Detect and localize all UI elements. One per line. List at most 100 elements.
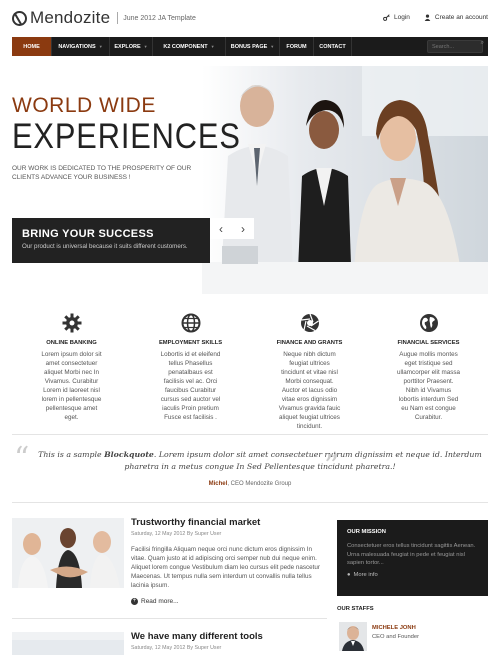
nav-item-home[interactable]: Home	[12, 37, 52, 56]
mission-title: Our Mission	[347, 529, 386, 535]
quote-author-name: Michel	[208, 481, 228, 487]
slider-controls: ‹ ›	[210, 218, 254, 239]
hero-description: OUR WORK IS DEDICATED TO THE PROSPERITY …	[12, 165, 192, 181]
nav-label: Contact	[319, 43, 346, 50]
key-icon	[383, 14, 390, 21]
slider-next-button[interactable]: ›	[232, 218, 254, 239]
more-info-link[interactable]: ● More info	[347, 572, 478, 578]
service-title: Online Banking	[46, 340, 97, 346]
create-account-label: Create an account	[434, 14, 488, 21]
plus-icon: +	[131, 598, 138, 605]
nav-item-navigations[interactable]: Navigations ▼	[52, 37, 110, 56]
service-financial-services: Financial Services Augue mollis montes e…	[369, 312, 488, 422]
more-info-label: More info	[353, 571, 378, 578]
globe-icon	[181, 313, 200, 333]
chevron-down-icon: ▼	[143, 44, 148, 49]
service-employment-skills: Employment Skills Lobortis id et eleifen…	[131, 312, 250, 422]
article-title-link[interactable]: Trustworthy financial market	[131, 517, 260, 528]
article-image	[12, 632, 124, 655]
login-link[interactable]: Login	[383, 14, 410, 21]
service-icon-wrap	[131, 312, 250, 334]
read-more-link[interactable]: + Read more...	[131, 598, 179, 605]
service-title: Financial Services	[397, 340, 460, 346]
hero-slider: WORLD WIDE EXPERIENCES OUR WORK IS DEDIC…	[12, 66, 488, 294]
nav-label: Bonus Page	[230, 43, 268, 50]
staff-avatar[interactable]	[339, 622, 367, 651]
nav-label: Explore	[114, 43, 141, 50]
search-icon[interactable]: ⌕	[481, 40, 484, 47]
service-title: Finance and Grants	[276, 340, 343, 346]
article-thumbnail[interactable]	[12, 518, 124, 588]
service-text: Lorem ipsum dolor sit amet consectetuer …	[41, 351, 102, 421]
quote-text-part: This is a sample	[38, 450, 105, 459]
service-icon-wrap	[369, 312, 488, 334]
article-title-link[interactable]: We have many different tools	[131, 631, 263, 642]
logo-text: Mendozite	[30, 8, 111, 27]
close-quote-icon: ”	[324, 449, 340, 484]
business-people-image	[202, 66, 488, 294]
quote-text-bold: Blockquote	[104, 450, 154, 459]
login-label: Login	[393, 14, 410, 21]
logo-mark-icon	[12, 10, 27, 26]
nav-label: K2 Component	[163, 43, 208, 50]
hero-photo	[202, 66, 488, 294]
our-mission-box: Our Mission Consectetuer eros tellus tin…	[337, 520, 488, 596]
article-thumbnail[interactable]	[12, 632, 124, 655]
service-online-banking: Online Banking Lorem ipsum dolor sit ame…	[12, 312, 131, 422]
bullet-icon: ●	[347, 571, 351, 578]
chevron-down-icon: ▼	[98, 44, 103, 49]
hero-title-line1: WORLD WIDE	[12, 94, 156, 117]
create-account-link[interactable]: Create an account	[424, 14, 488, 21]
mission-text: Consectetuer eros tellus tincidunt sagit…	[347, 543, 476, 566]
staff-name[interactable]: Michele Jonh	[372, 625, 416, 631]
staff-role: CEO and Founder	[372, 634, 420, 640]
account-links: Login Create an account	[383, 14, 488, 21]
main-nav: Home Navigations ▼ Explore ▼ K2 Component ▼…	[12, 37, 488, 56]
gear-icon	[62, 313, 81, 333]
read-more-label: Read more...	[141, 598, 179, 605]
services-section: Online Banking Lorem ipsum dolor sit ame…	[12, 312, 488, 430]
hero-caption-box: BRING YOUR SUCCESS Our product is univer…	[12, 218, 210, 263]
top-header: Mendozite June 2012 JA Template Login Cr…	[0, 0, 500, 36]
blockquote-section: “ This is a sample Blockquote. Lorem ips…	[12, 441, 488, 495]
nav-item-contact[interactable]: Contact	[314, 37, 352, 56]
nav-item-forum[interactable]: Forum	[280, 37, 314, 56]
nav-item-explore[interactable]: Explore ▼	[110, 37, 153, 56]
site-logo[interactable]: Mendozite June 2012 JA Template	[12, 8, 196, 28]
article-body: Facilisi fringilla Aliquam neque orci nu…	[131, 546, 321, 589]
chevron-right-icon: ›	[241, 221, 245, 236]
article-meta: Saturday, 12 May 2012 By Super User	[131, 645, 222, 651]
service-finance-and-grants: Finance and Grants Neque nibh dictum feu…	[250, 312, 369, 430]
blockquote-text: This is a sample Blockquote. Lorem ipsum…	[34, 449, 486, 473]
article-divider	[12, 618, 327, 619]
quote-text-part: . Lorem ipsum dolor sit amet consectetue…	[124, 450, 482, 471]
section-divider	[12, 434, 488, 435]
search-input[interactable]: Search...	[427, 40, 483, 53]
hero-caption-subtitle: Our product is universal because it suit…	[22, 243, 188, 250]
section-divider	[12, 502, 488, 503]
chevron-down-icon: ▼	[210, 44, 215, 49]
slider-prev-button[interactable]: ‹	[210, 218, 232, 239]
quote-author-role: , CEO Mendozite Group	[227, 481, 292, 487]
service-text: Augue mollis montes eget tristique sed u…	[397, 351, 460, 421]
article-meta: Saturday, 12 May 2012 By Super User	[131, 531, 222, 537]
open-quote-icon: “	[14, 441, 30, 476]
user-icon	[424, 14, 431, 21]
aperture-icon	[300, 313, 319, 332]
service-text: Neque nibh dictum feugiat ultrices tinci…	[278, 351, 341, 430]
staff-portrait-image	[339, 622, 367, 651]
service-icon-wrap	[12, 312, 131, 334]
chevron-left-icon: ‹	[219, 221, 223, 236]
service-title: Employment Skills	[158, 340, 223, 346]
logo-slogan: June 2012 JA Template	[123, 14, 196, 22]
staffs-title: Our Staffs	[337, 606, 374, 612]
nav-item-bonus-page[interactable]: Bonus Page ▼	[226, 37, 280, 56]
nav-label: Forum	[286, 43, 307, 50]
chevron-down-icon: ▼	[270, 44, 275, 49]
hero-title-line2: EXPERIENCES	[12, 117, 241, 156]
hero-caption-title: BRING YOUR SUCCESS	[22, 228, 154, 240]
handshake-image	[12, 518, 124, 588]
nav-label: Home	[23, 43, 40, 50]
logo-separator	[117, 12, 119, 24]
nav-item-k2-component[interactable]: K2 Component ▼	[153, 37, 226, 56]
